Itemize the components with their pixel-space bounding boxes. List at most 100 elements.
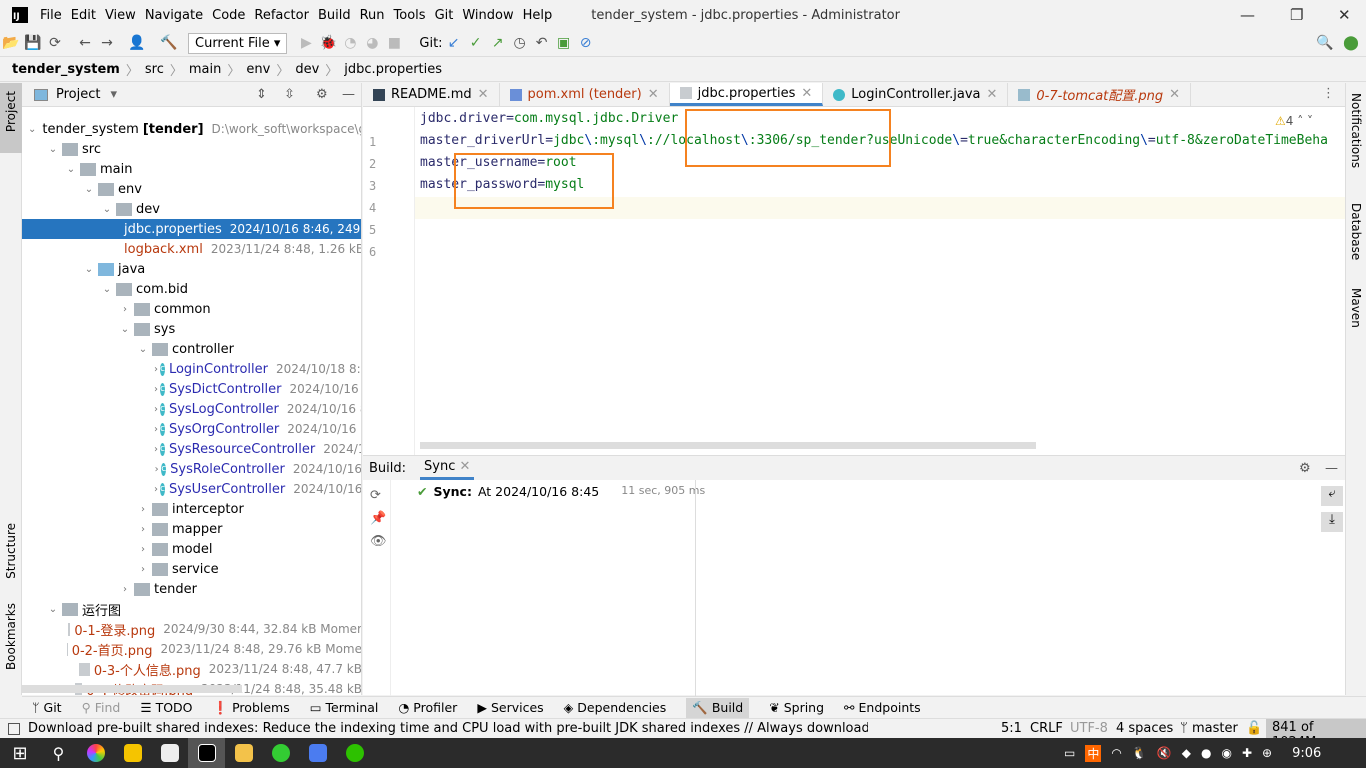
file-explorer-icon[interactable]: [225, 738, 262, 768]
status-message[interactable]: Download pre-built shared indexes: Reduc…: [28, 721, 868, 736]
user-icon[interactable]: 👤: [126, 35, 148, 51]
run-icon[interactable]: ▶: [295, 35, 317, 51]
project-view-select[interactable]: Project: [56, 87, 100, 102]
chevron-right-icon[interactable]: ›: [154, 384, 158, 395]
power-icon[interactable]: ▭: [1064, 746, 1075, 760]
wifi-icon[interactable]: ◠: [1111, 746, 1121, 760]
indent-setting[interactable]: 4 spaces: [1116, 721, 1173, 736]
save-icon[interactable]: 💾: [22, 35, 44, 51]
menu-tools[interactable]: Tools: [394, 8, 426, 23]
bottom-tab-problems[interactable]: ❗ Problems: [213, 700, 290, 716]
power-save-icon[interactable]: ⊘: [575, 35, 597, 51]
chevron-right-icon[interactable]: ›: [136, 524, 150, 535]
chevron-down-icon[interactable]: ⌄: [82, 184, 96, 195]
chevron-down-icon[interactable]: ⌄: [136, 344, 150, 355]
notifications-tool-button[interactable]: Notifications: [1349, 93, 1363, 168]
tree-item[interactable]: › tender: [22, 579, 361, 599]
bottom-tab-dependencies[interactable]: ◈ Dependencies: [564, 700, 667, 715]
clock[interactable]: 9:06: [1292, 746, 1321, 761]
breadcrumb-item[interactable]: env: [246, 62, 270, 77]
branch-widget[interactable]: ᛘ master: [1180, 721, 1238, 736]
maven-tool-button[interactable]: Maven: [1349, 288, 1363, 328]
menu-window[interactable]: Window: [462, 8, 513, 23]
tree-item[interactable]: › service: [22, 559, 361, 579]
git-rollback-icon[interactable]: ↶: [531, 35, 553, 51]
bottom-tab-find[interactable]: ⚲ Find: [82, 700, 121, 715]
green-plus-tray-icon[interactable]: ⊕: [1262, 746, 1272, 760]
chevron-right-icon[interactable]: ›: [118, 584, 132, 595]
back-icon[interactable]: ←: [74, 35, 96, 51]
database-tool-button[interactable]: Database: [1349, 203, 1363, 260]
coverage-icon[interactable]: ◔: [339, 35, 361, 51]
lock-icon[interactable]: 🔓: [1246, 721, 1262, 736]
browser-icon[interactable]: [77, 738, 114, 768]
tree-item[interactable]: ⌄ com.bid: [22, 279, 361, 299]
sync-icon[interactable]: ⟳: [44, 35, 66, 51]
close-button[interactable]: ✕: [1338, 6, 1351, 24]
gear-icon[interactable]: ⚙: [1299, 461, 1311, 476]
inspection-widget[interactable]: ⚠4 ˄ ˅: [1275, 114, 1313, 128]
tree-item[interactable]: ›cSysDictController 2024/10/16 8: [22, 379, 361, 399]
chevron-down-icon[interactable]: ⌄: [64, 164, 78, 175]
git-history-icon[interactable]: ◷: [509, 35, 531, 51]
qq-icon[interactable]: 🐧: [1132, 746, 1147, 760]
structure-tool-button[interactable]: Structure: [4, 523, 18, 579]
tree-item[interactable]: ⌄ controller: [22, 339, 361, 359]
bottom-tab-spring[interactable]: ❦ Spring: [769, 700, 824, 715]
breadcrumb-item[interactable]: tender_system: [12, 62, 120, 77]
tree-item[interactable]: ⌄ src: [22, 139, 361, 159]
tree-item[interactable]: ⌄ main: [22, 159, 361, 179]
chevron-right-icon[interactable]: ›: [136, 544, 150, 555]
breadcrumb-item[interactable]: jdbc.properties: [344, 62, 442, 77]
tree-item[interactable]: › c LoginController 2024/10/18 8:3: [22, 359, 361, 379]
bottom-tab-profiler[interactable]: ◔ Profiler: [398, 700, 457, 715]
tree-item[interactable]: 0-3-个人信息.png 2023/11/24 8:48, 47.7 kB: [22, 659, 361, 679]
run-config-select[interactable]: Current File ▾: [188, 32, 288, 54]
status-toggle-icon[interactable]: [8, 722, 20, 735]
tree-item[interactable]: ⌄ tender_system [tender] D:\work_soft\works…: [22, 119, 361, 139]
menu-file[interactable]: File: [40, 8, 62, 23]
tree-item[interactable]: logback.xml 2023/11/24 8:48, 1.26 kB: [22, 239, 361, 259]
gear-icon[interactable]: ⚙: [316, 87, 328, 102]
chevron-right-icon[interactable]: ›: [118, 304, 132, 315]
tab-logincontroller-java[interactable]: LoginController.java ✕: [823, 83, 1009, 106]
caret-position[interactable]: 5:1: [1001, 721, 1022, 736]
close-tab-icon[interactable]: ✕: [1169, 87, 1180, 102]
menu-edit[interactable]: Edit: [71, 8, 96, 23]
chevron-down-icon[interactable]: ⌄: [82, 264, 96, 275]
close-tab-icon[interactable]: ✕: [801, 86, 812, 101]
chevron-down-icon[interactable]: ⌄: [100, 204, 114, 215]
chevron-right-icon[interactable]: ›: [154, 444, 158, 455]
tree-item[interactable]: ⌄ 运行图: [22, 599, 361, 619]
close-tab-icon[interactable]: ✕: [987, 87, 998, 102]
breadcrumb-item[interactable]: src: [145, 62, 164, 77]
plugin-icon[interactable]: ⬤: [1340, 35, 1362, 51]
chevron-down-icon[interactable]: ⌄: [28, 124, 36, 135]
memory-indicator[interactable]: 841 of 1024M: [1266, 719, 1366, 750]
chevron-down-icon[interactable]: ⌄: [100, 284, 114, 295]
project-tool-button[interactable]: Project: [4, 91, 18, 132]
breadcrumb-item[interactable]: dev: [295, 62, 319, 77]
tab-pom-xml-tender-[interactable]: pom.xml (tender) ✕: [500, 83, 670, 106]
close-tab-icon[interactable]: ✕: [648, 87, 659, 102]
chevron-down-icon[interactable]: ⌄: [118, 324, 132, 335]
minimize-button[interactable]: —: [1240, 6, 1255, 24]
app-tray-icon[interactable]: ◉: [1221, 746, 1231, 760]
menu-view[interactable]: View: [105, 8, 136, 23]
open-icon[interactable]: 📂: [0, 35, 22, 51]
feishu-icon[interactable]: [299, 738, 336, 768]
tree-item[interactable]: › c SysOrgController 2024/10/16 8: [22, 419, 361, 439]
tree-item[interactable]: jdbc.properties 2024/10/16 8:46, 249 B: [22, 219, 361, 239]
forward-icon[interactable]: →: [96, 35, 118, 51]
tree-item[interactable]: ⌄ dev: [22, 199, 361, 219]
soft-wrap-icon[interactable]: ⤶: [1321, 486, 1343, 506]
tree-item[interactable]: › c SysRoleController 2024/10/16: [22, 459, 361, 479]
bookmarks-tool-button[interactable]: Bookmarks: [4, 603, 18, 670]
scroll-to-end-icon[interactable]: ⤓: [1321, 512, 1343, 532]
bottom-tab-git[interactable]: ᛘ Git: [32, 700, 62, 715]
hide-icon[interactable]: —: [1325, 461, 1338, 476]
bottom-tab-build[interactable]: 🔨 Build: [686, 697, 750, 718]
tree-item[interactable]: › c SysResourceController 2024/1: [22, 439, 361, 459]
tab-jdbc-properties[interactable]: jdbc.properties ✕: [669, 83, 824, 106]
collapse-all-icon[interactable]: ⇳: [284, 87, 295, 102]
